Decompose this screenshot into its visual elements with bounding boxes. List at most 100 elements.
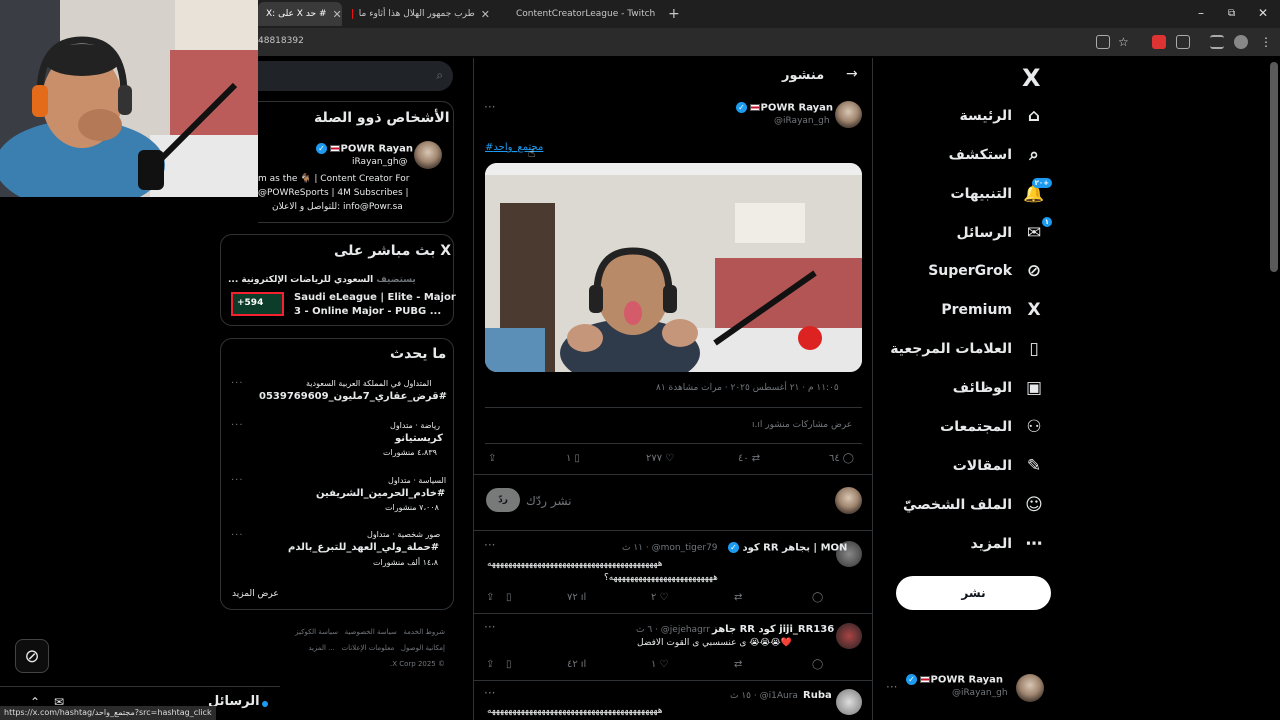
repost-icon[interactable]: ⇄ — [734, 659, 742, 670]
nav-label: استكشف — [948, 147, 1012, 163]
nav-item-1[interactable]: ⌕ استكشف — [949, 145, 1044, 165]
reply-icon[interactable]: ◯ — [812, 592, 823, 603]
reply-avatar[interactable] — [836, 623, 862, 649]
nav-item-11[interactable]: ⋯ المزيد — [971, 534, 1045, 554]
like-action[interactable]: ٢ ♡ — [651, 592, 668, 603]
back-arrow-icon[interactable]: → — [846, 66, 858, 82]
scrollbar[interactable] — [1270, 62, 1278, 272]
new-tab-button[interactable]: + — [660, 2, 682, 26]
footer-link[interactable]: إمكانية الوصول — [401, 644, 445, 652]
reply-text: هههههههههههههههههههههههههههههههههههههههه… — [487, 706, 663, 716]
minimize-icon[interactable]: – — [1198, 6, 1204, 20]
repost-icon[interactable]: ⇄ — [734, 592, 742, 603]
profile-avatar-icon[interactable] — [1234, 35, 1248, 49]
extensions-icon[interactable] — [1176, 35, 1190, 49]
live-event[interactable]: 3 - Online Major - PUBG ... — [294, 306, 441, 317]
webcam-image — [0, 0, 258, 197]
reply-author[interactable]: ✓ كود RR بجاهر | MON — [728, 542, 847, 554]
reply-author[interactable]: جاهز RR كود jiji_RR136 — [712, 624, 834, 635]
reply-text: هههههههههههههههههههههههههه؟ — [604, 573, 718, 583]
extension-red-icon[interactable] — [1152, 35, 1166, 49]
trend-more-icon[interactable]: ··· — [231, 475, 244, 486]
views-action[interactable]: ٤٢ ıl — [567, 659, 586, 670]
restore-icon[interactable]: ⧉ — [1228, 8, 1235, 19]
reply-author[interactable]: Ruba — [803, 690, 832, 701]
trend-name[interactable]: #خادم_الحرمين_الشريفين — [316, 488, 445, 499]
trend-more-icon[interactable]: ··· — [231, 378, 244, 389]
reply-handle: ٦ ث · @jejehagrr — [636, 625, 711, 635]
reply-more-icon[interactable]: ··· — [484, 538, 495, 552]
share-icon[interactable]: ⇪ — [488, 453, 496, 464]
reply-action[interactable]: ٦٤ ◯ — [829, 453, 854, 464]
star-icon[interactable]: ☆ — [1118, 35, 1132, 49]
author-name[interactable]: ✓ POWR Rayan — [736, 102, 833, 114]
grok-floating-icon[interactable]: ⊘ — [15, 639, 49, 673]
close-tab-icon[interactable]: ✕ — [481, 8, 490, 21]
post-more-icon[interactable]: ··· — [484, 100, 495, 114]
account-switcher[interactable]: ✓ POWR Rayan @iRayan_gh ··· — [880, 672, 1050, 704]
close-window-icon[interactable]: ✕ — [1258, 6, 1268, 20]
reply-button[interactable]: ردّ — [486, 488, 520, 512]
footer-link[interactable]: سياسة الخصوصية — [345, 628, 397, 636]
account-more-icon[interactable]: ··· — [886, 680, 897, 694]
nav-item-5[interactable]: X Premium — [941, 300, 1044, 320]
close-tab-icon[interactable]: ✕ — [333, 8, 342, 21]
bookmark-icon[interactable]: ▯ — [506, 659, 512, 670]
reply-avatar[interactable] — [836, 689, 862, 715]
live-thumbnail[interactable]: +594 — [231, 292, 284, 316]
trend-name[interactable]: كريستيانو — [395, 433, 443, 444]
reply-input[interactable]: نشر ردّك — [526, 494, 572, 508]
trend-more-icon[interactable]: ··· — [231, 530, 244, 541]
post-media[interactable] — [485, 163, 862, 372]
x-logo-icon[interactable]: X — [1022, 64, 1041, 92]
like-action[interactable]: ٢٧٧ ♡ — [646, 453, 674, 464]
nav-badge: +٢٠ — [1031, 178, 1052, 188]
tab-twitch[interactable]: ContentCreatorLeague - Twitch✕ — [502, 2, 658, 26]
live-host[interactable]: يستضيف السعودي للرياضات الإلكترونية ... — [228, 275, 416, 285]
relevant-user-avatar[interactable] — [414, 141, 442, 169]
tab-youtube[interactable]: طرب جمهور الهلال هذا أثاوء ما ✕ — [344, 2, 498, 26]
reply-icon[interactable]: ◯ — [812, 659, 823, 670]
reply-more-icon[interactable]: ··· — [484, 686, 495, 700]
trend-more-icon[interactable]: ··· — [231, 420, 244, 431]
post-button[interactable]: نشر — [896, 576, 1051, 610]
flag-icon — [330, 145, 341, 152]
author-avatar[interactable] — [835, 101, 862, 128]
search-box[interactable]: ⌕ — [258, 61, 453, 91]
menu-icon[interactable]: ⋮ — [1260, 35, 1274, 49]
share-icon[interactable]: ⇪ — [486, 592, 494, 603]
nav-item-9[interactable]: ✎ المقالات — [953, 456, 1044, 476]
nav-item-3[interactable]: ✉ ١ الرسائل — [956, 217, 1052, 243]
nav-item-0[interactable]: ⌂ الرئيسة — [960, 106, 1044, 126]
bookmark-icon[interactable]: ▯ — [506, 592, 512, 603]
relevant-user-bio-link[interactable]: @POWReSports | 4M Subscribes | — [258, 188, 409, 198]
nav-item-7[interactable]: ▣ الوظائف — [953, 378, 1044, 398]
nav-item-2[interactable]: 🔔 +٢٠ التنبيهات — [951, 178, 1052, 204]
bookmark-action[interactable]: ١ ▯ — [566, 453, 580, 464]
share-icon[interactable]: ⇪ — [486, 659, 494, 670]
views-action[interactable]: ٧٢ ıl — [567, 592, 586, 603]
nav-label: العلامات المرجعية — [890, 341, 1012, 357]
url-text[interactable]: 48818392 — [258, 36, 304, 46]
live-event[interactable]: Saudi eLeague | Elite - Major — [294, 292, 456, 303]
like-action[interactable]: ١ ♡ — [651, 659, 668, 670]
repost-action[interactable]: ٤٠ ⇄ — [738, 453, 760, 464]
reply-more-icon[interactable]: ··· — [484, 620, 495, 634]
trend-name[interactable]: #قرض_عقاري_7مليون_0539769609 — [259, 391, 447, 402]
media-icon[interactable] — [1210, 35, 1224, 49]
footer-link[interactable]: شروط الخدمة — [403, 628, 445, 636]
tab-x[interactable]: X: على X حد # ✕ — [258, 2, 342, 26]
tab-label: طرب جمهور الهلال هذا أثاوء ما — [358, 9, 475, 19]
show-more-link[interactable]: عرض المزيد — [232, 589, 279, 599]
nav-item-6[interactable]: ▯ العلامات المرجعية — [890, 339, 1044, 359]
footer-link[interactable]: معلومات الإعلانات — [342, 644, 395, 652]
footer-link[interactable]: سياسة الكوكيز — [295, 628, 338, 636]
install-icon[interactable] — [1096, 35, 1110, 49]
footer-link[interactable]: ... المزيد — [308, 644, 335, 652]
nav-item-8[interactable]: ⚇ المجتمعات — [940, 417, 1044, 437]
nav-item-10[interactable]: ☺ الملف الشخصيّ — [903, 495, 1044, 515]
nav-item-4[interactable]: ⊘ SuperGrok — [928, 261, 1044, 281]
view-engagements-link[interactable]: ı.ıl عرض مشاركات منشور — [752, 420, 852, 430]
relevant-user-name[interactable]: POWR Rayan ✓ — [316, 143, 413, 155]
trend-name[interactable]: #حملة_ولي_العهد_للتبرع_بالدم — [288, 542, 439, 553]
